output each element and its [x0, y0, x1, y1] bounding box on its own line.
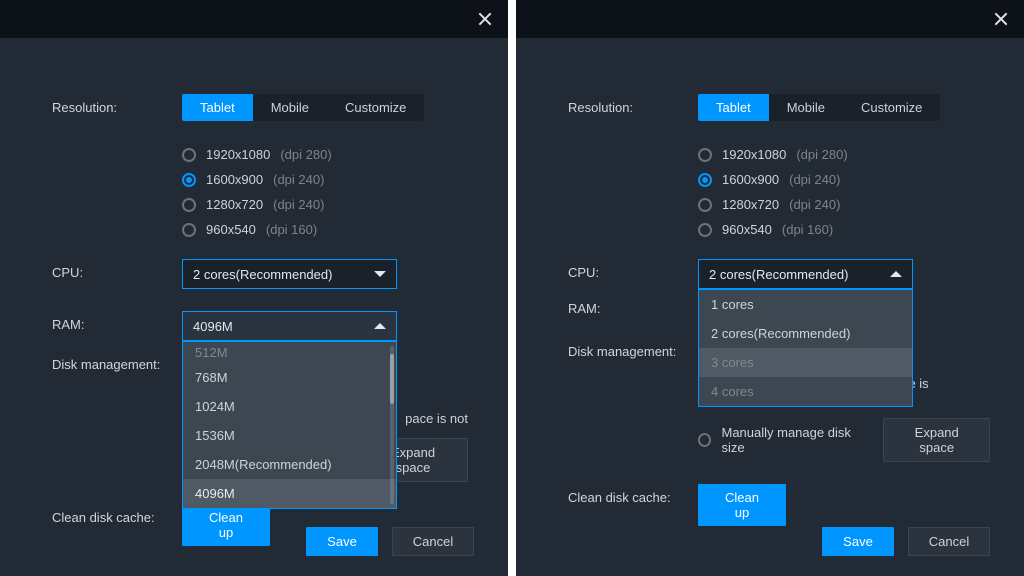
ram-option[interactable]: 4096M: [183, 479, 396, 508]
ram-label: RAM:: [52, 311, 182, 332]
ram-select[interactable]: 4096M: [182, 311, 397, 341]
clean-up-button[interactable]: Clean up: [182, 504, 270, 546]
resolution-label: Resolution:: [52, 94, 182, 115]
cpu-option[interactable]: 3 cores: [699, 348, 912, 377]
radio-icon: [698, 148, 712, 162]
ram-label: RAM:: [568, 295, 698, 316]
cpu-dropdown: 1 cores 2 cores(Recommended) 3 cores 4 c…: [698, 289, 913, 407]
save-button[interactable]: Save: [306, 527, 378, 556]
ram-option[interactable]: 1024M: [183, 392, 396, 421]
chevron-up-icon: [374, 323, 386, 329]
ram-option[interactable]: 1536M: [183, 421, 396, 450]
radio-icon: [182, 223, 196, 237]
chevron-up-icon: [890, 271, 902, 277]
expand-space-button[interactable]: Expand space: [883, 418, 990, 462]
radio-icon: [182, 148, 196, 162]
tab-mobile[interactable]: Mobile: [769, 94, 843, 121]
settings-window-cpu-open: Resolution: Tablet Mobile Customize 1920…: [516, 0, 1024, 576]
resolution-option[interactable]: 960x540(dpi 160): [698, 222, 848, 237]
disk-manual-option[interactable]: Manually manage disk size: [698, 425, 869, 455]
resolution-option[interactable]: 1600x900(dpi 240): [698, 172, 848, 187]
cpu-option[interactable]: 1 cores: [699, 290, 912, 319]
resolution-option[interactable]: 1600x900(dpi 240): [182, 172, 332, 187]
clean-label: Clean disk cache:: [568, 484, 698, 505]
resolution-option[interactable]: 1280x720(dpi 240): [182, 197, 332, 212]
ram-dropdown: 512M 768M 1024M 1536M 2048M(Recommended)…: [182, 341, 397, 509]
cancel-button[interactable]: Cancel: [908, 527, 990, 556]
clean-label: Clean disk cache:: [52, 504, 182, 525]
cpu-label: CPU:: [568, 259, 698, 280]
title-bar: [516, 0, 1024, 38]
clean-up-button[interactable]: Clean up: [698, 484, 786, 526]
radio-icon: [698, 198, 712, 212]
scrollbar[interactable]: [390, 346, 394, 504]
cancel-button[interactable]: Cancel: [392, 527, 474, 556]
close-icon[interactable]: [476, 10, 494, 28]
ram-select-value: 4096M: [193, 319, 233, 334]
settings-window-ram-open: Resolution: Tablet Mobile Customize 1920…: [0, 0, 508, 576]
radio-icon: [698, 173, 712, 187]
resolution-option[interactable]: 960x540(dpi 160): [182, 222, 332, 237]
close-icon[interactable]: [992, 10, 1010, 28]
ram-option[interactable]: 2048M(Recommended): [183, 450, 396, 479]
resolution-label: Resolution:: [568, 94, 698, 115]
chevron-down-icon: [374, 271, 386, 277]
resolution-options: 1920x1080(dpi 280) 1600x900(dpi 240) 128…: [698, 143, 848, 237]
tab-customize[interactable]: Customize: [843, 94, 940, 121]
resolution-option[interactable]: 1920x1080(dpi 280): [698, 147, 848, 162]
radio-icon: [182, 173, 196, 187]
disk-label: Disk management:: [52, 351, 182, 372]
cpu-select[interactable]: 2 cores(Recommended): [698, 259, 913, 289]
cpu-option[interactable]: 4 cores: [699, 377, 912, 406]
cpu-option[interactable]: 2 cores(Recommended): [699, 319, 912, 348]
cpu-select-value: 2 cores(Recommended): [709, 267, 848, 282]
tab-tablet[interactable]: Tablet: [698, 94, 769, 121]
disk-text-fragment: pace is not: [405, 411, 468, 426]
tab-tablet[interactable]: Tablet: [182, 94, 253, 121]
radio-icon: [182, 198, 196, 212]
resolution-option[interactable]: 1280x720(dpi 240): [698, 197, 848, 212]
tab-customize[interactable]: Customize: [327, 94, 424, 121]
resolution-tabs: Tablet Mobile Customize: [698, 94, 940, 121]
title-bar: [0, 0, 508, 38]
cpu-label: CPU:: [52, 259, 182, 280]
ram-option[interactable]: 768M: [183, 363, 396, 392]
disk-label: Disk management:: [568, 338, 698, 359]
save-button[interactable]: Save: [822, 527, 894, 556]
ram-option[interactable]: 512M: [183, 342, 396, 363]
resolution-option[interactable]: 1920x1080(dpi 280): [182, 147, 332, 162]
cpu-select-value: 2 cores(Recommended): [193, 267, 332, 282]
resolution-tabs: Tablet Mobile Customize: [182, 94, 424, 121]
radio-icon: [698, 223, 712, 237]
tab-mobile[interactable]: Mobile: [253, 94, 327, 121]
resolution-options: 1920x1080(dpi 280) 1600x900(dpi 240) 128…: [182, 143, 332, 237]
radio-icon: [698, 433, 711, 447]
cpu-select[interactable]: 2 cores(Recommended): [182, 259, 397, 289]
